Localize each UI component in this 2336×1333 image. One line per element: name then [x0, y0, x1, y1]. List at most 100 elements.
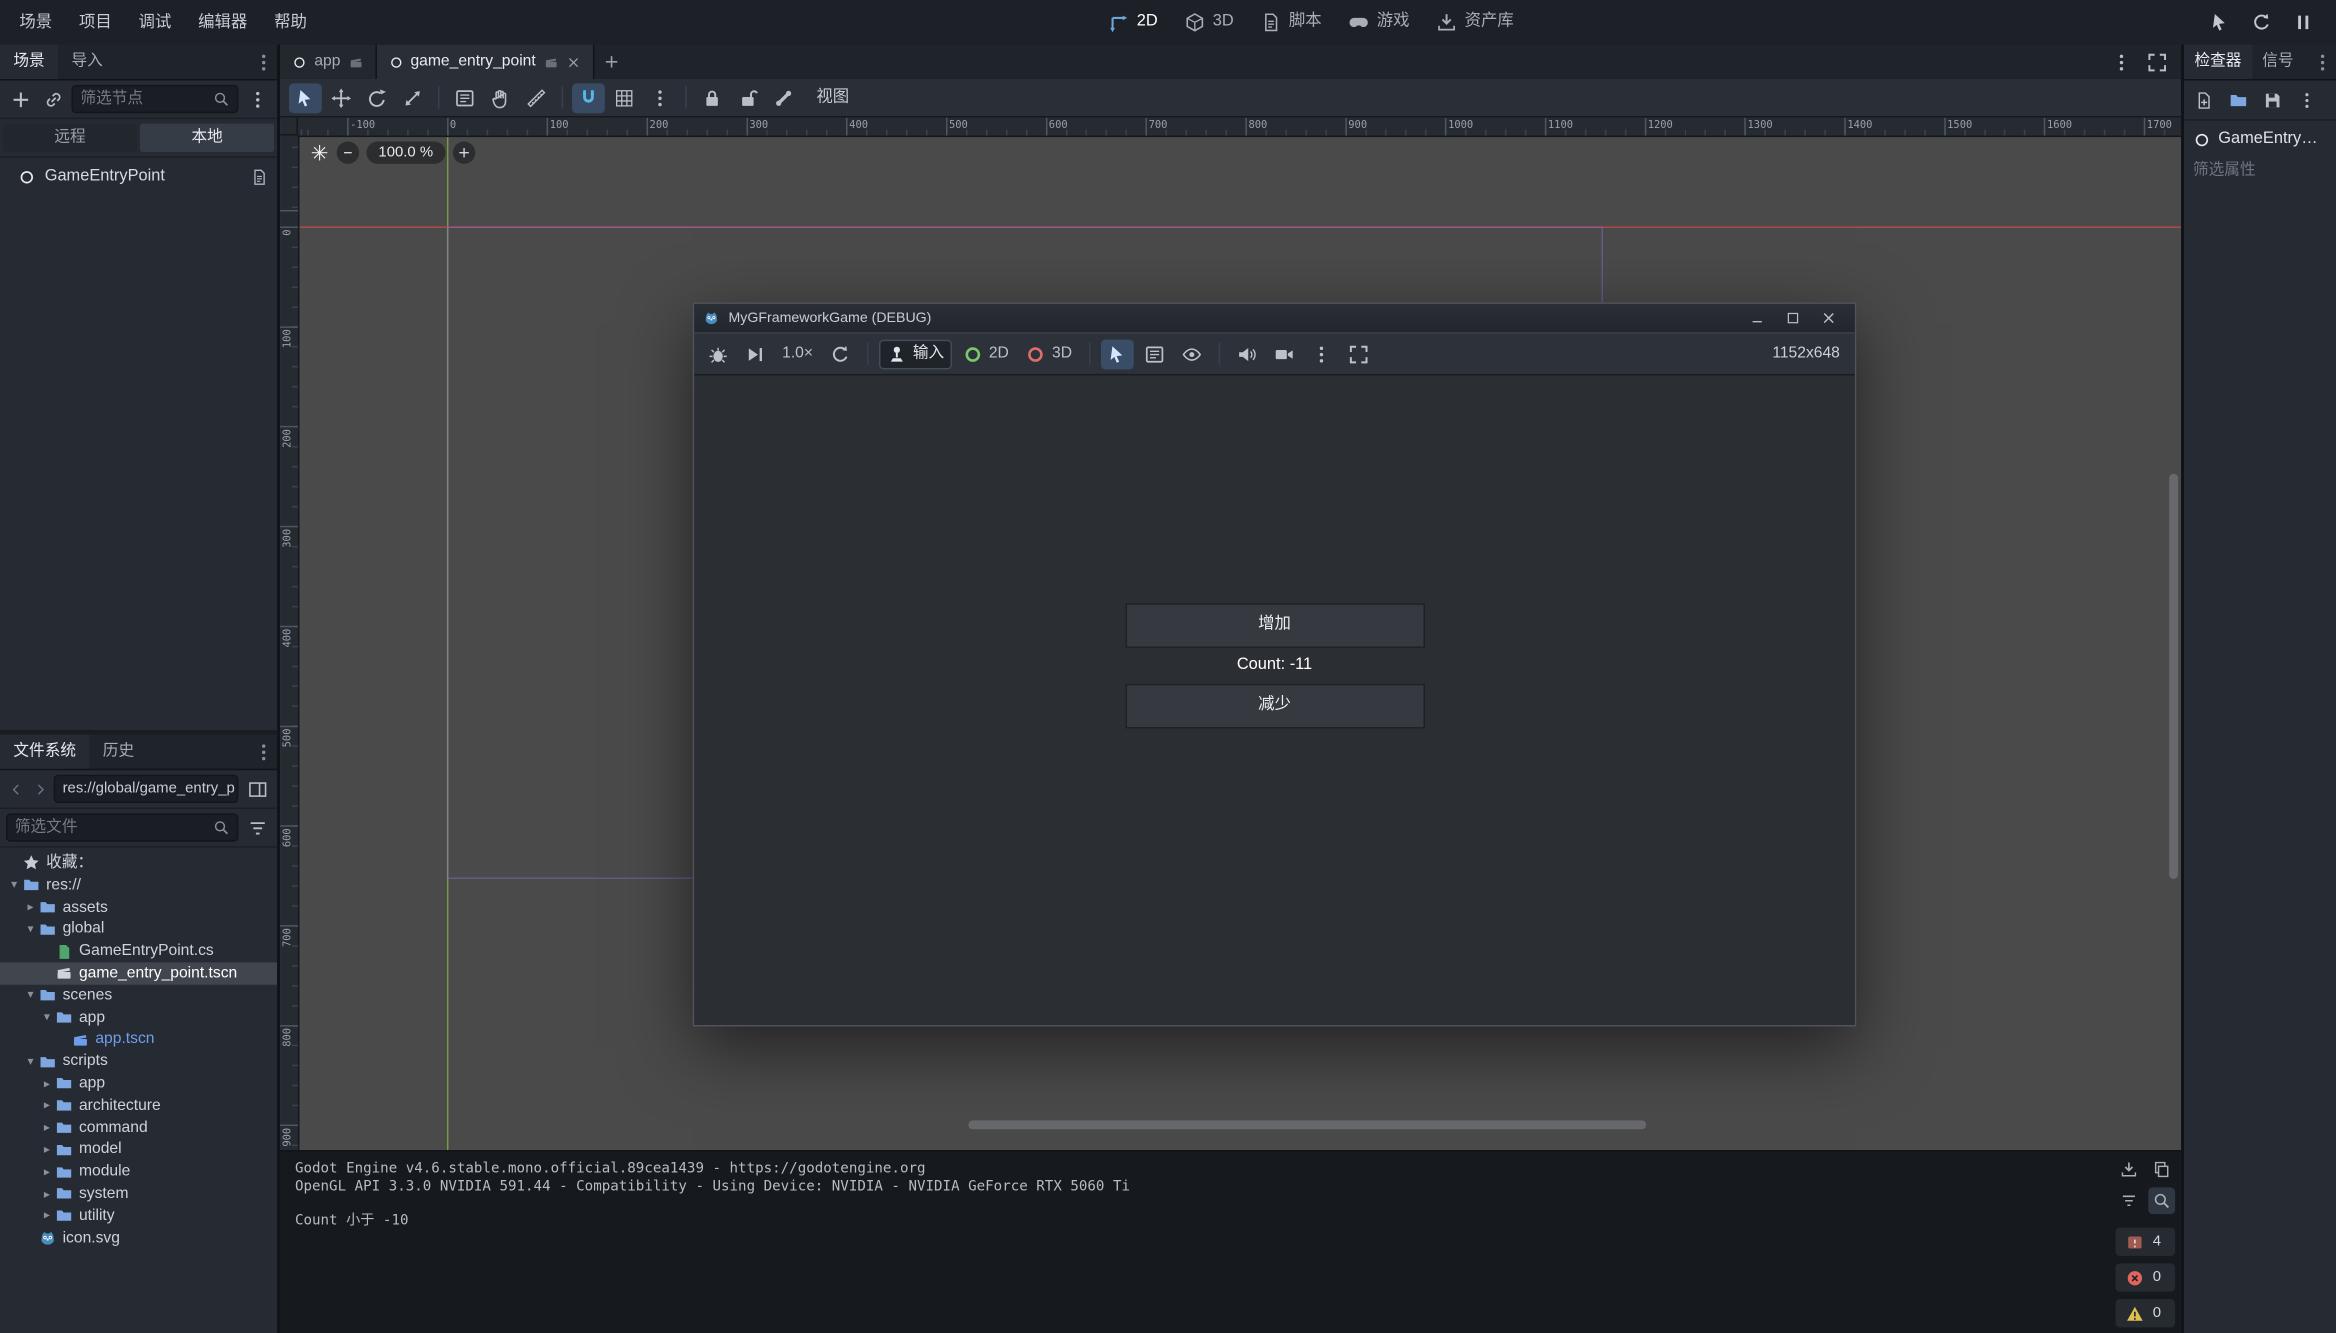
run-play-button[interactable]: [2205, 7, 2235, 37]
grid-snap-tool[interactable]: [608, 83, 641, 113]
pan-tool[interactable]: [484, 83, 517, 113]
game-camera-override-button[interactable]: [1267, 339, 1300, 369]
snap-options-tool[interactable]: [644, 83, 677, 113]
new-scene-tab-button[interactable]: [594, 45, 630, 79]
expand-arrow[interactable]: ▸: [39, 1209, 55, 1223]
search-log-button[interactable]: [2148, 1187, 2175, 1214]
zoom-reset-button[interactable]: 100.0 %: [366, 142, 445, 164]
fs-item-app[interactable]: ▾app: [0, 1006, 277, 1028]
skeleton-tool[interactable]: [767, 83, 800, 113]
fs-item-assets[interactable]: ▸assets: [0, 896, 277, 918]
tab-menu-button[interactable]: [2110, 48, 2134, 76]
fs-item-architecture[interactable]: ▸architecture: [0, 1095, 277, 1117]
toggle-split-mode-button[interactable]: [243, 775, 271, 803]
workspace-3d[interactable]: 3D: [1173, 6, 1246, 39]
instance-scene-button[interactable]: [39, 85, 67, 113]
filter-files-input[interactable]: 筛选文件: [6, 813, 238, 841]
expand-arrow[interactable]: ▸: [39, 1121, 55, 1135]
increase-button[interactable]: 增加: [1125, 603, 1424, 648]
fs-item-app[interactable]: ▸app: [0, 1073, 277, 1095]
fs-item-scenes[interactable]: ▾scenes: [0, 984, 277, 1006]
lock-tool[interactable]: [696, 83, 729, 113]
scale-tool[interactable]: [396, 83, 429, 113]
add-node-button[interactable]: [6, 85, 34, 113]
scene-dock-menu-button[interactable]: [243, 85, 271, 113]
game-next-frame-button[interactable]: [739, 339, 772, 369]
fs-item-command[interactable]: ▸command: [0, 1117, 277, 1139]
expand-arrow[interactable]: ▸: [22, 900, 38, 914]
game-camera-2d-button[interactable]: 2D: [956, 339, 1015, 369]
close-button[interactable]: [1810, 304, 1846, 332]
menu-debug[interactable]: 调试: [125, 0, 185, 45]
workspace-script[interactable]: 脚本: [1249, 6, 1334, 39]
move-tool[interactable]: [325, 83, 358, 113]
ruler-tool[interactable]: [520, 83, 553, 113]
history-forward-button[interactable]: [30, 775, 49, 802]
collapse-arrow[interactable]: ▾: [6, 878, 22, 892]
zoom-out-button[interactable]: [337, 142, 359, 164]
unlock-tool[interactable]: [731, 83, 764, 113]
run-reload-button[interactable]: [2247, 7, 2277, 37]
game-select-mode-button[interactable]: [1100, 339, 1133, 369]
game-visibility-button[interactable]: [1175, 339, 1208, 369]
menu-help[interactable]: 帮助: [261, 0, 321, 45]
save-resource-button[interactable]: [2257, 85, 2288, 115]
workspace-game[interactable]: 游戏: [1337, 6, 1422, 39]
scene-node-GameEntryPoint[interactable]: GameEntryPoint: [0, 164, 277, 191]
select-tool[interactable]: [289, 83, 322, 113]
zoom-in-button[interactable]: [452, 142, 474, 164]
fs-item-module[interactable]: ▸module: [0, 1161, 277, 1183]
center-view-icon[interactable]: [310, 143, 329, 162]
run-pause-button[interactable]: [2288, 7, 2318, 37]
close-scene-tab-button[interactable]: [566, 54, 581, 69]
filter-warnings-toggle[interactable]: 0: [2116, 1299, 2176, 1327]
inspector-tab-menu[interactable]: [2309, 45, 2336, 79]
scene-dock-tab[interactable]: 场景: [0, 45, 58, 79]
filter-errors-toggle[interactable]: 0: [2116, 1263, 2176, 1291]
workspace-assetlib[interactable]: 资产库: [1424, 6, 1525, 39]
history-back-button[interactable]: [6, 775, 25, 802]
fs-item-game_entry_point.tscn[interactable]: game_entry_point.tscn: [0, 962, 277, 984]
fs-item-GameEntryPoint.cs[interactable]: GameEntryPoint.cs: [0, 940, 277, 962]
expand-arrow[interactable]: ▸: [39, 1099, 55, 1113]
game-window-titlebar[interactable]: MyGFrameworkGame (DEBUG): [694, 304, 1855, 332]
game-input-button[interactable]: 输入: [879, 339, 952, 369]
scene-tab-game_entry_point[interactable]: game_entry_point: [376, 45, 594, 79]
load-resource-button[interactable]: [2223, 85, 2254, 115]
game-list-select-mode-button[interactable]: [1138, 339, 1171, 369]
filter-properties-input[interactable]: 筛选属性: [2184, 155, 2336, 186]
expand-arrow[interactable]: ▸: [39, 1076, 55, 1090]
fs-item-system[interactable]: ▸system: [0, 1183, 277, 1205]
vertical-scrollbar[interactable]: [2169, 474, 2178, 879]
fs-item-res://[interactable]: ▾res://: [0, 874, 277, 896]
copy-log-button[interactable]: [2148, 1156, 2175, 1183]
fs-item-model[interactable]: ▸model: [0, 1139, 277, 1161]
segment-远程[interactable]: 远程: [3, 124, 137, 152]
new-resource-button[interactable]: [2189, 85, 2220, 115]
game-camera-3d-button[interactable]: 3D: [1019, 339, 1078, 369]
inspector-tab[interactable]: 信号: [2252, 45, 2304, 79]
vertical-ruler[interactable]: 0100200300400500600700800900: [280, 136, 299, 1151]
collapse-arrow[interactable]: ▾: [22, 922, 38, 936]
scene-dock-tab[interactable]: 导入: [58, 45, 116, 79]
expand-arrow[interactable]: ▸: [39, 1187, 55, 1201]
filesystem-dock-tab[interactable]: 历史: [89, 734, 147, 768]
menu-project[interactable]: 项目: [66, 0, 126, 45]
fs-item-icon.svg[interactable]: icon.svg: [0, 1227, 277, 1249]
fs-item-scripts[interactable]: ▾scripts: [0, 1051, 277, 1073]
fs-item-utility[interactable]: ▸utility: [0, 1205, 277, 1227]
game-speed-button[interactable]: 1.0×: [776, 339, 819, 369]
view-menu[interactable]: 视图: [803, 88, 863, 108]
distraction-free-button[interactable]: [2145, 48, 2169, 76]
save-log-button[interactable]: [2116, 1156, 2143, 1183]
more-button[interactable]: [2291, 85, 2322, 115]
inspector-node-header[interactable]: GameEntryPoint: [2184, 121, 2336, 156]
game-reset-button[interactable]: [823, 339, 856, 369]
decrease-button[interactable]: 减少: [1125, 684, 1424, 729]
game-debug-options-button[interactable]: [702, 339, 735, 369]
rotate-tool[interactable]: [361, 83, 394, 113]
open-script-button[interactable]: [250, 168, 268, 186]
collapse-arrow[interactable]: ▾: [22, 988, 38, 1002]
filesystem-dock-tab-menu[interactable]: [250, 734, 277, 768]
menu-scene[interactable]: 场景: [6, 0, 66, 45]
